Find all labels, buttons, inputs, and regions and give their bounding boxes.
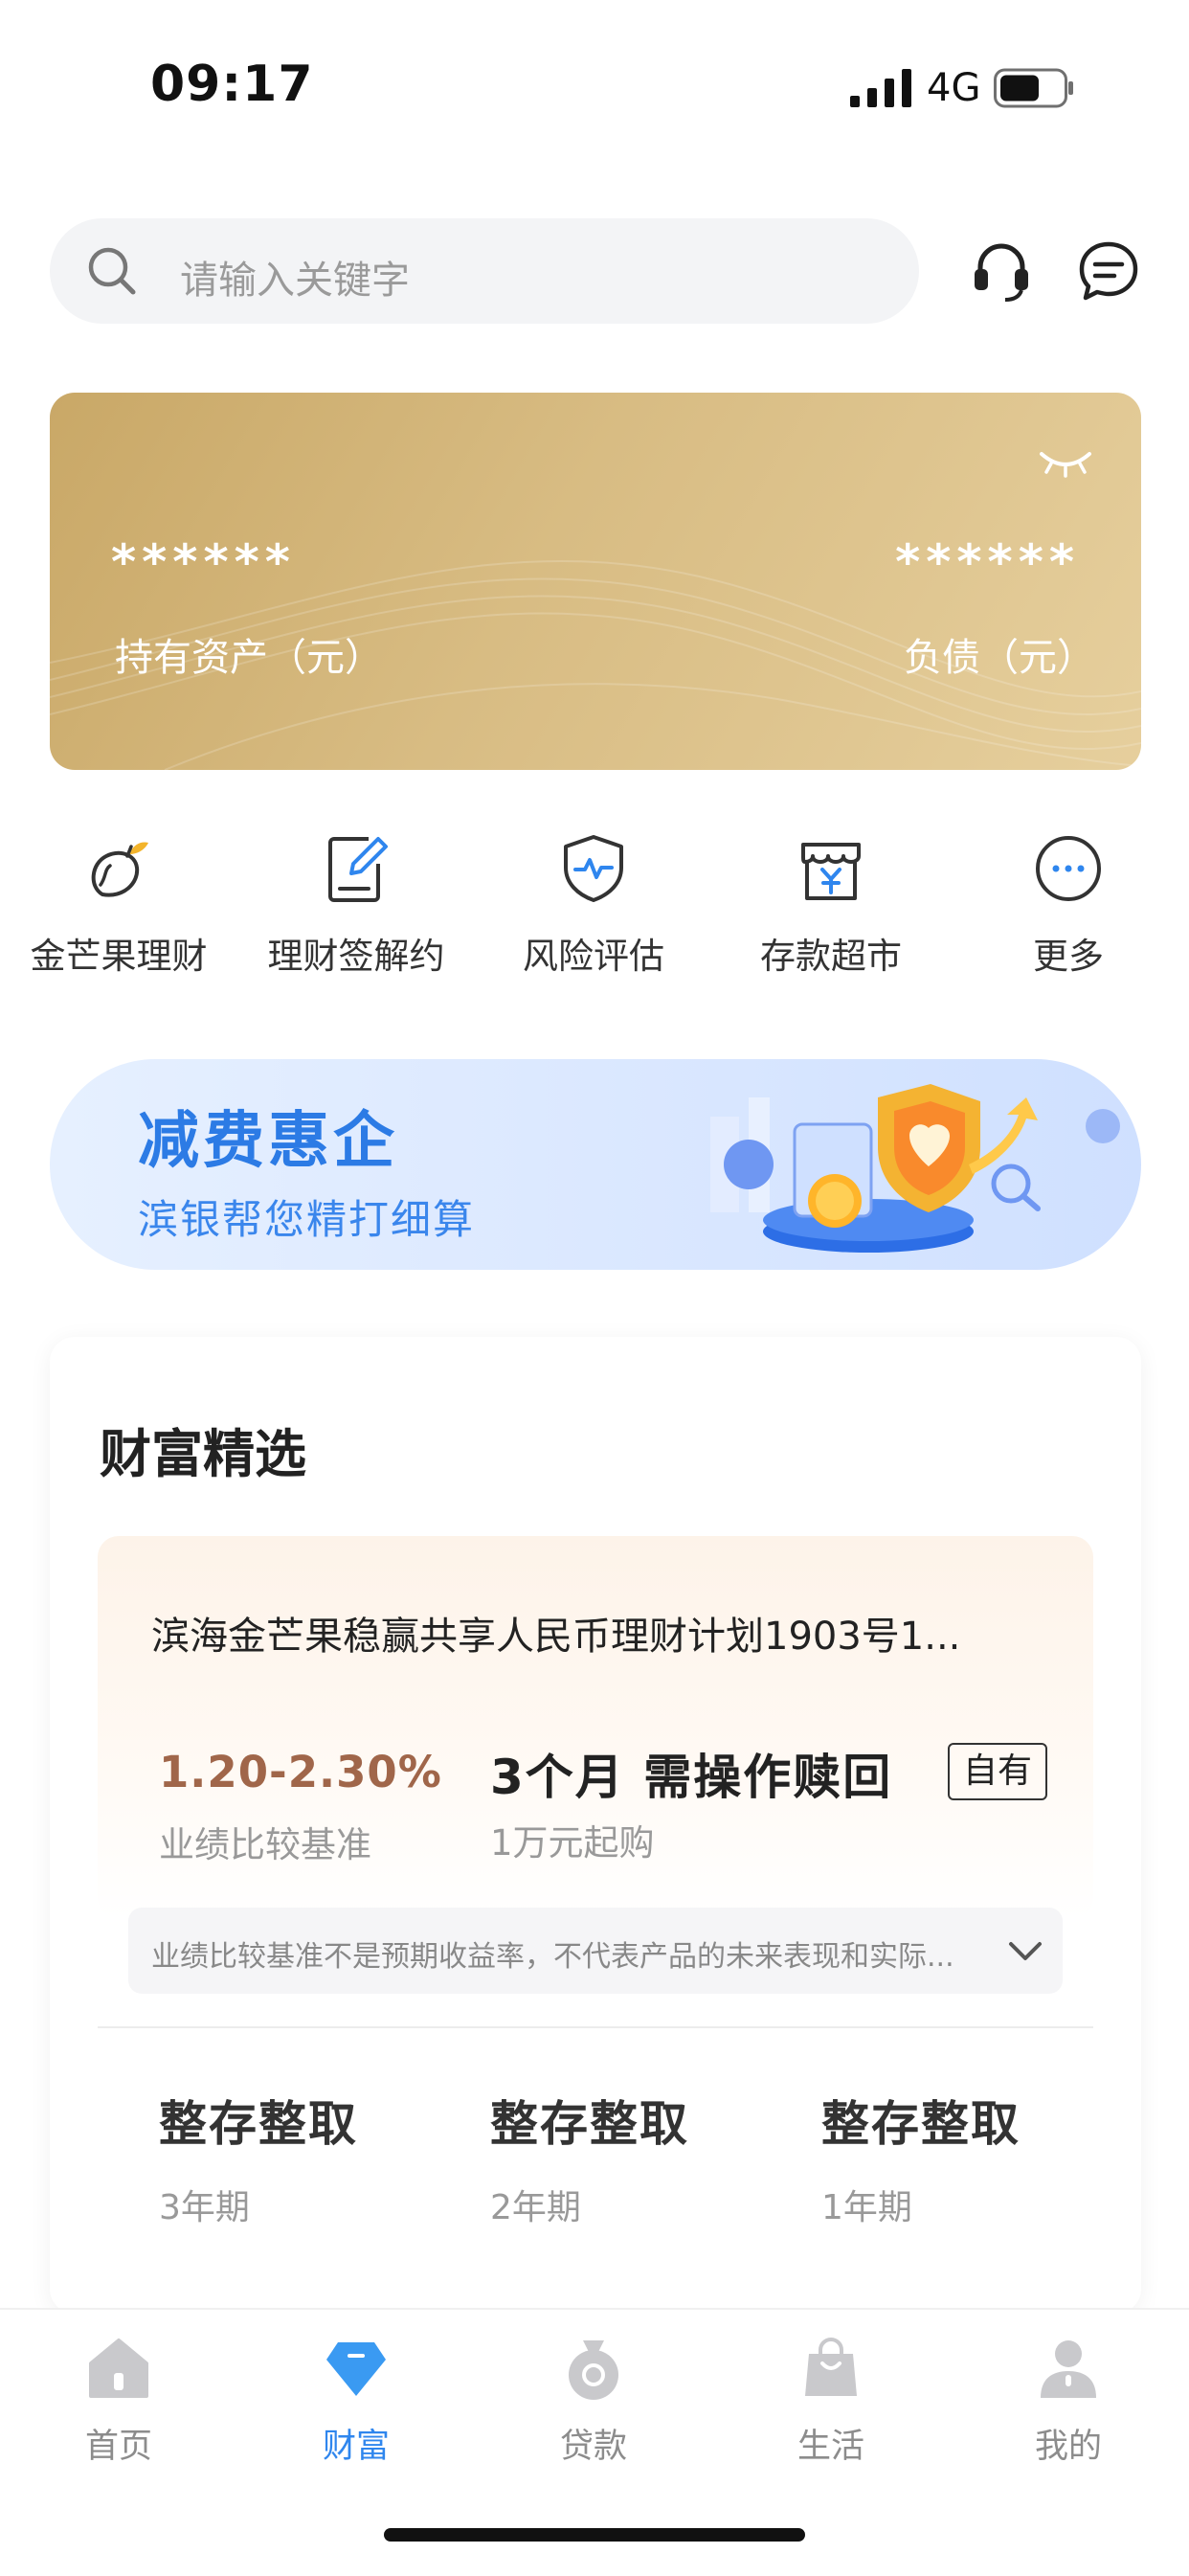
search-icon xyxy=(88,247,136,295)
quick-entry-risk-assessment[interactable]: 风险评估 xyxy=(475,831,712,979)
quick-entry-more[interactable]: 更多 xyxy=(950,831,1187,979)
search-bar[interactable]: 请输入关键字 xyxy=(50,218,919,324)
tab-wealth[interactable]: 财富 xyxy=(237,2335,475,2468)
network-type: 4G xyxy=(927,66,981,110)
liabilities-label: 负债（元） xyxy=(904,636,1095,680)
quick-entry-label: 风险评估 xyxy=(523,936,664,977)
quick-entries: 金芒果理财 理财签解约 风险评估 存款超市 更多 xyxy=(0,831,1189,994)
liabilities-value: ****** xyxy=(895,534,1080,590)
banner-subtitle: 滨银帮您精打细算 xyxy=(138,1196,476,1243)
deposit-title: 整存整取 xyxy=(490,2096,689,2152)
disclaimer-text: 业绩比较基准不是预期收益率，不代表产品的未来表现和实际... xyxy=(151,1940,954,1974)
deposit-title: 整存整取 xyxy=(821,2096,1021,2152)
mango-icon xyxy=(91,842,148,897)
quick-entry-deposit-market[interactable]: 存款超市 xyxy=(712,831,950,979)
deposit-term: 2年期 xyxy=(490,2188,581,2227)
product-rate-label: 业绩比较基准 xyxy=(159,1824,371,1865)
deposit-item[interactable]: 整存整取 3年期 xyxy=(159,2086,446,2229)
divider xyxy=(98,2026,1093,2028)
chevron-down-icon xyxy=(1009,1942,1042,1960)
tab-label: 财富 xyxy=(322,2428,390,2466)
tab-label: 首页 xyxy=(84,2428,152,2466)
quick-entry-label: 金芒果理财 xyxy=(30,936,208,977)
deposit-term: 1年期 xyxy=(821,2188,912,2227)
battery-icon xyxy=(994,68,1074,108)
quick-entry-label: 更多 xyxy=(1033,936,1104,977)
search-placeholder: 请输入关键字 xyxy=(180,259,410,303)
quick-entry-sign-cancel[interactable]: 理财签解约 xyxy=(237,831,475,979)
deposit-item[interactable]: 整存整取 1年期 xyxy=(821,2086,1109,2229)
product-card[interactable]: 滨海金芒果稳赢共享人民币理财计划1903号1... 1.20-2.30% 业绩比… xyxy=(98,1536,1093,1919)
shopping-bag-icon xyxy=(805,2338,857,2396)
shield-coin-illustration xyxy=(710,1084,1120,1253)
promo-banner[interactable]: 减费惠企 滨银帮您精打细算 xyxy=(50,1059,1141,1270)
wealth-selection-panel: 财富精选 滨海金芒果稳赢共享人民币理财计划1903号1... 1.20-2.30… xyxy=(50,1337,1141,2314)
diamond-icon xyxy=(326,2342,386,2396)
disclaimer-bar[interactable]: 业绩比较基准不是预期收益率，不代表产品的未来表现和实际... xyxy=(128,1908,1063,1994)
product-rate: 1.20-2.30% xyxy=(159,1747,442,1797)
quick-entry-label: 存款超市 xyxy=(760,936,902,977)
product-tag: 自有 xyxy=(948,1743,1048,1800)
money-bag-icon xyxy=(569,2340,618,2400)
quick-entry-mango-wealth[interactable]: 金芒果理财 xyxy=(0,831,237,979)
store-yuan-icon xyxy=(801,843,861,900)
tab-loan[interactable]: 贷款 xyxy=(475,2335,712,2468)
tab-label: 我的 xyxy=(1034,2428,1102,2466)
tab-life[interactable]: 生活 xyxy=(712,2335,950,2468)
deposit-title: 整存整取 xyxy=(159,2096,358,2152)
shield-pulse-icon xyxy=(564,835,623,902)
signal-icon xyxy=(850,69,911,107)
product-min-buy: 1万元起购 xyxy=(490,1822,655,1864)
tab-home[interactable]: 首页 xyxy=(0,2335,237,2468)
user-icon xyxy=(1041,2340,1096,2398)
product-term: 3个月 需操作赎回 xyxy=(490,1750,893,1805)
deposit-term: 3年期 xyxy=(159,2188,250,2227)
assets-label: 持有资产（元） xyxy=(115,636,383,680)
assets-value: ****** xyxy=(111,534,296,590)
tab-label: 生活 xyxy=(796,2428,864,2466)
eye-closed-icon[interactable] xyxy=(1038,446,1093,479)
message-icon[interactable] xyxy=(1074,237,1143,305)
home-icon xyxy=(89,2339,148,2398)
product-name: 滨海金芒果稳赢共享人民币理财计划1903号1... xyxy=(151,1615,961,1659)
status-indicators: 4G xyxy=(850,65,1074,111)
home-indicator[interactable] xyxy=(384,2528,805,2542)
quick-entry-label: 理财签解约 xyxy=(267,936,445,977)
deposit-item[interactable]: 整存整取 2年期 xyxy=(490,2086,777,2229)
headset-icon[interactable] xyxy=(967,237,1036,305)
status-time: 09:17 xyxy=(150,56,314,113)
asset-card[interactable]: ****** 持有资产（元） ****** 负债（元） xyxy=(50,393,1141,770)
sign-document-icon xyxy=(328,837,388,902)
more-icon xyxy=(1036,836,1101,901)
banner-title: 减费惠企 xyxy=(138,1106,398,1177)
tab-mine[interactable]: 我的 xyxy=(950,2335,1187,2468)
panel-title: 财富精选 xyxy=(100,1424,306,1484)
tab-label: 贷款 xyxy=(559,2428,627,2466)
